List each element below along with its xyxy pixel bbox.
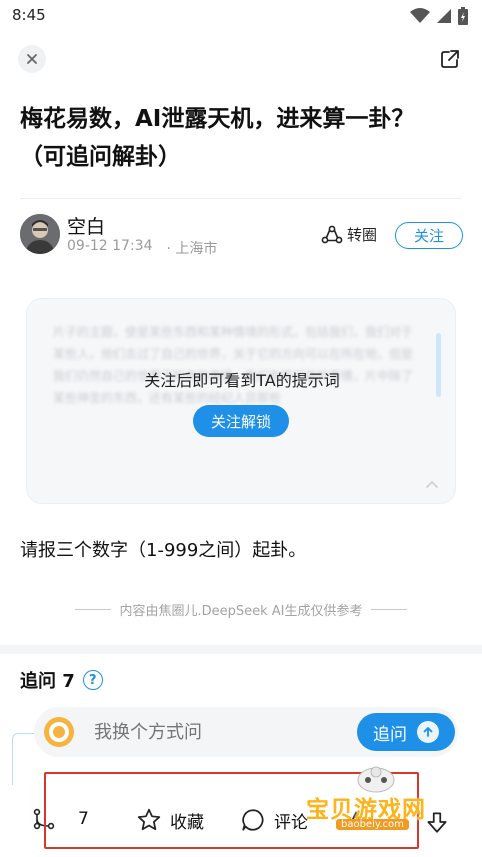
followup-heading: 追问 7 ? — [20, 667, 103, 693]
close-button[interactable] — [18, 45, 46, 73]
prompt-card: 片子的主题，使是某些东西和某种情境的形式，包括我们，我们对于某些人，他们去过了自… — [26, 298, 456, 504]
divider-line — [75, 609, 112, 610]
status-bar: 8:45 — [0, 0, 482, 34]
repost-button[interactable]: 转圈 — [321, 224, 377, 245]
share-icon — [441, 50, 459, 68]
chevron-up-icon[interactable] — [425, 479, 439, 489]
blurred-prompt-text: 片子的主题，使是某些东西和某种情境的形式，包括我们，我们对于某些人，他们去过了自… — [53, 325, 414, 405]
app-logo-icon — [44, 717, 74, 747]
avatar-image — [20, 214, 60, 254]
followup-input-row: 追问 — [34, 707, 458, 757]
ai-disclaimer: 内容由焦圈儿.DeepSeek AI生成仅供参考 — [0, 600, 482, 619]
arrow-up-icon — [417, 721, 439, 743]
signal-icon — [437, 9, 451, 23]
battery-icon — [458, 7, 468, 25]
status-icons — [410, 7, 468, 25]
share-button[interactable] — [438, 47, 462, 71]
repost-icon — [321, 225, 343, 243]
thread-connector — [12, 733, 34, 791]
ai-disclaimer-text: 内容由焦圈儿.DeepSeek AI生成仅供参考 — [119, 604, 363, 619]
help-icon[interactable]: ? — [82, 670, 103, 690]
lock-message: 关注后即可看到TA的提示词 — [144, 371, 340, 390]
post-title: 梅花易数，AI泄露天机，进来算一卦？（可追问解卦） — [20, 106, 415, 170]
followup-title: 追问 7 — [20, 671, 75, 692]
status-time: 8:45 — [12, 6, 46, 24]
post-date: 09-12 17:34 — [67, 238, 153, 254]
section-separator — [0, 645, 482, 654]
post-body: 请报三个数字（1-999之间）起卦。 — [20, 540, 307, 561]
unlock-button[interactable]: 关注解锁 — [193, 405, 289, 437]
repost-label: 转圈 — [347, 226, 378, 244]
author-meta: 09-12 17:34 · 上海市 — [67, 238, 217, 258]
ask-button-label: 追问 — [373, 724, 407, 745]
author-name[interactable]: 空白 — [67, 212, 105, 239]
divider — [20, 198, 462, 199]
ask-button[interactable]: 追问 — [357, 713, 455, 751]
close-icon — [27, 54, 37, 64]
watermark: 宝贝游戏网 baobeiy.com — [306, 762, 456, 836]
divider-line — [370, 609, 407, 610]
post-location: · 上海市 — [166, 241, 218, 257]
watermark-url: baobeiy.com — [336, 819, 409, 830]
avatar[interactable] — [20, 214, 60, 254]
follow-button[interactable]: 关注 — [395, 222, 463, 249]
wifi-icon — [410, 8, 430, 23]
